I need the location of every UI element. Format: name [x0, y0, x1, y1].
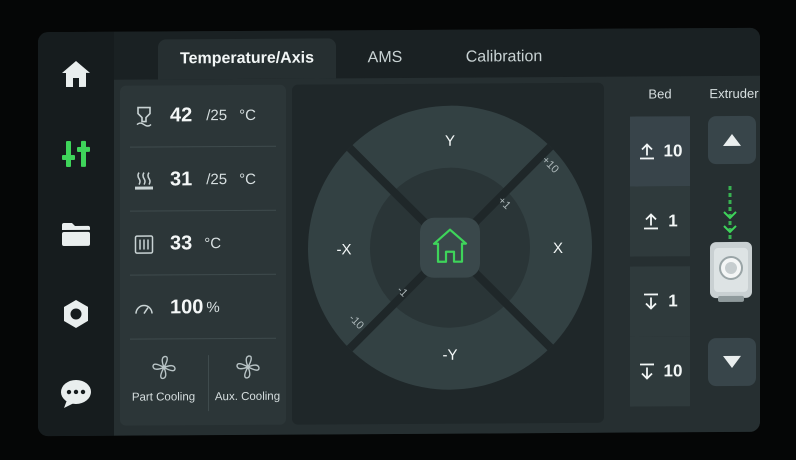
bed-control-column: Bed 10 1 1 10 [628, 86, 692, 416]
temperature-panel: 42 /25 °C 31 /25 °C 33 °C 100 % Part Coo… [120, 84, 289, 426]
bed-up-10-button[interactable]: 10 [630, 116, 690, 187]
chat-bubble-icon [61, 379, 91, 409]
chamber-temp-unit: °C [204, 235, 222, 253]
bed-temp-value: 31 [170, 168, 193, 191]
nozzle-temp-unit: °C [239, 106, 256, 124]
jog-y-plus[interactable]: Y [445, 133, 455, 150]
jog-x-minus[interactable]: -X [337, 241, 352, 258]
aux-cooling-label: Aux. Cooling [214, 390, 281, 404]
jog-dial: Y -Y X -X +1 +10 -1 -10 [308, 105, 592, 390]
jog-y-minus[interactable]: -Y [443, 347, 458, 364]
nozzle-temp-row[interactable]: 42 /25 °C [130, 84, 276, 148]
tab-ams[interactable]: AMS [350, 38, 420, 78]
speed-value: 100 [170, 296, 204, 319]
nozzle-icon [132, 104, 156, 128]
extruder-icon [710, 185, 752, 303]
extruder-title: Extruder [709, 85, 759, 102]
sidebar-item-messages[interactable] [52, 370, 100, 418]
tab-bar: Temperature/Axis AMS Calibration [114, 27, 760, 80]
bed-down-1-label: 1 [668, 291, 678, 311]
extruder-control-column: Extruder [704, 86, 760, 416]
arrow-down-bar-icon [644, 293, 659, 310]
speed-gauge-icon [132, 296, 156, 320]
tab-temperature-axis[interactable]: Temperature/Axis [158, 38, 336, 80]
axis-jog-panel: Y -Y X -X +1 +10 -1 -10 [292, 82, 604, 425]
triangle-down-icon [723, 355, 741, 368]
extrude-down-button[interactable] [708, 337, 756, 387]
aux-cooling-fan[interactable]: Aux. Cooling [206, 347, 289, 418]
heatbed-icon [132, 168, 156, 192]
settings-hex-icon [64, 299, 88, 328]
bed-up-1-button[interactable]: 1 [630, 186, 690, 257]
speed-unit: % [206, 299, 220, 317]
chamber-temp-value: 33 [170, 232, 193, 255]
bed-up-10-label: 10 [663, 141, 683, 161]
tab-calibration[interactable]: Calibration [444, 37, 564, 78]
control-sliders-icon [62, 140, 90, 168]
triangle-up-icon [723, 133, 741, 147]
bed-temp-target: /25 [206, 171, 228, 189]
sidebar-item-files[interactable] [52, 210, 100, 258]
bed-temp-unit: °C [239, 170, 256, 188]
sidebar-item-home[interactable] [52, 50, 100, 98]
bed-temp-row[interactable]: 31 /25 °C [130, 148, 276, 212]
chamber-icon [132, 232, 156, 256]
fan-icon [235, 355, 260, 379]
home-icon [62, 60, 90, 88]
arrow-down-bar-icon [639, 363, 654, 380]
bed-down-10-button[interactable]: 10 [630, 336, 690, 407]
sidebar [38, 31, 114, 437]
bed-up-1-label: 1 [668, 211, 678, 231]
nozzle-temp-target: /25 [206, 107, 228, 125]
home-axes-button[interactable] [420, 217, 480, 278]
folder-icon [62, 222, 90, 247]
nozzle-temp-value: 42 [170, 104, 193, 127]
jog-x-plus[interactable]: X [553, 240, 563, 257]
speed-row[interactable]: 100 % [130, 276, 276, 340]
bed-down-10-label: 10 [663, 361, 683, 381]
bed-down-1-button[interactable]: 1 [630, 266, 690, 337]
fan-icon [151, 355, 176, 380]
sidebar-item-settings[interactable] [52, 290, 100, 338]
sidebar-item-control[interactable] [52, 130, 100, 178]
arrow-up-bar-icon [639, 143, 654, 160]
printer-screen: Temperature/Axis AMS Calibration 42 /25 … [38, 27, 760, 437]
extrude-up-button[interactable] [708, 115, 756, 165]
chamber-temp-row: 33 °C [130, 212, 276, 276]
bed-title: Bed [648, 86, 672, 102]
arrow-up-bar-icon [644, 213, 659, 230]
part-cooling-label: Part Cooling [131, 391, 196, 404]
main-content: 42 /25 °C 31 /25 °C 33 °C 100 % Part Coo… [114, 75, 760, 436]
part-cooling-fan[interactable]: Part Cooling [122, 347, 205, 418]
